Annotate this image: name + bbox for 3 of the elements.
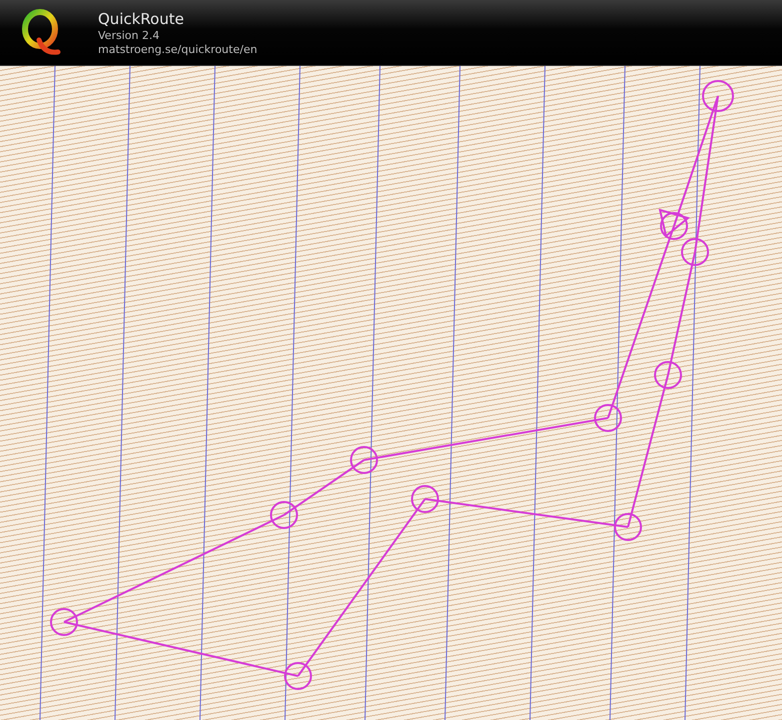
- version-text: Version 2.4: [98, 28, 160, 42]
- website-link[interactable]: matstroeng.se/quickroute/en: [98, 42, 258, 56]
- app-title: QuickRoute: [98, 8, 185, 28]
